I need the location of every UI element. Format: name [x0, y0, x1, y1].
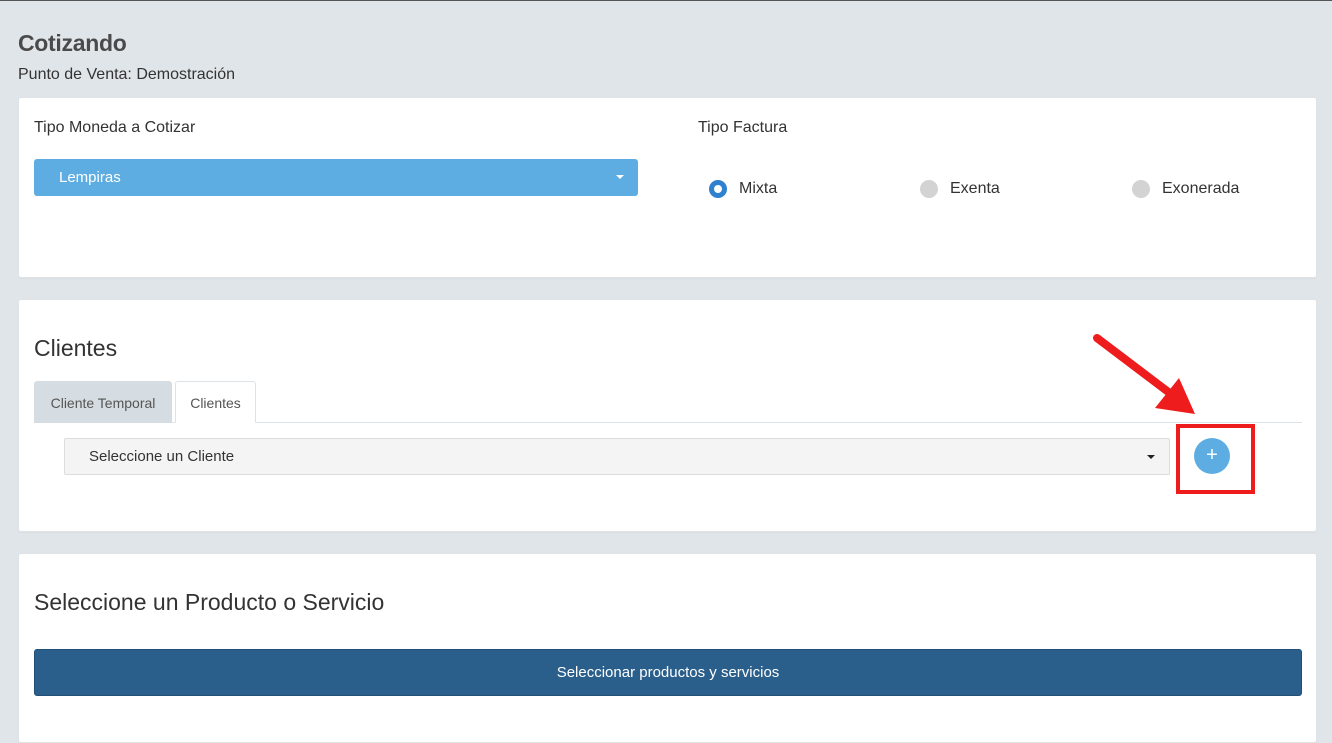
chevron-down-icon: [616, 175, 624, 179]
invoice-type-label: Tipo Factura: [698, 119, 788, 136]
radio-checked-icon: [709, 180, 727, 198]
radio-exonerada[interactable]: Exonerada: [1132, 178, 1239, 200]
tab-cliente-temporal[interactable]: Cliente Temporal: [34, 381, 172, 423]
currency-select[interactable]: Lempiras: [34, 159, 638, 196]
products-card: Seleccione un Producto o Servicio Selecc…: [18, 553, 1317, 743]
annotation-arrow-icon: [1093, 334, 1195, 414]
radio-label: Exonerada: [1162, 180, 1240, 197]
radio-exenta[interactable]: Exenta: [920, 178, 1000, 200]
annotation-highlight-box: [1176, 424, 1255, 494]
clients-title: Clientes: [34, 335, 118, 361]
products-title: Seleccione un Producto o Servicio: [34, 589, 385, 615]
currency-label: Tipo Moneda a Cotizar: [34, 119, 196, 136]
chevron-down-icon: [1147, 455, 1155, 459]
radio-label: Exenta: [950, 180, 1000, 197]
radio-mixta[interactable]: Mixta: [709, 178, 777, 200]
radio-label: Mixta: [739, 180, 778, 197]
page-subtitle: Punto de Venta: Demostración: [18, 66, 236, 83]
currency-select-value: Lempiras: [59, 169, 121, 186]
radio-unchecked-icon: [920, 180, 938, 198]
tab-clientes[interactable]: Clientes: [175, 381, 256, 423]
top-border: [0, 0, 1332, 1]
client-select[interactable]: Seleccione un Cliente: [64, 438, 1170, 475]
radio-unchecked-icon: [1132, 180, 1150, 198]
page-title: Cotizando: [18, 30, 127, 56]
quote-settings-card: Tipo Moneda a Cotizar Lempiras Tipo Fact…: [18, 97, 1317, 278]
client-select-placeholder: Seleccione un Cliente: [89, 448, 235, 465]
select-products-button[interactable]: Seleccionar productos y servicios: [34, 649, 1302, 696]
